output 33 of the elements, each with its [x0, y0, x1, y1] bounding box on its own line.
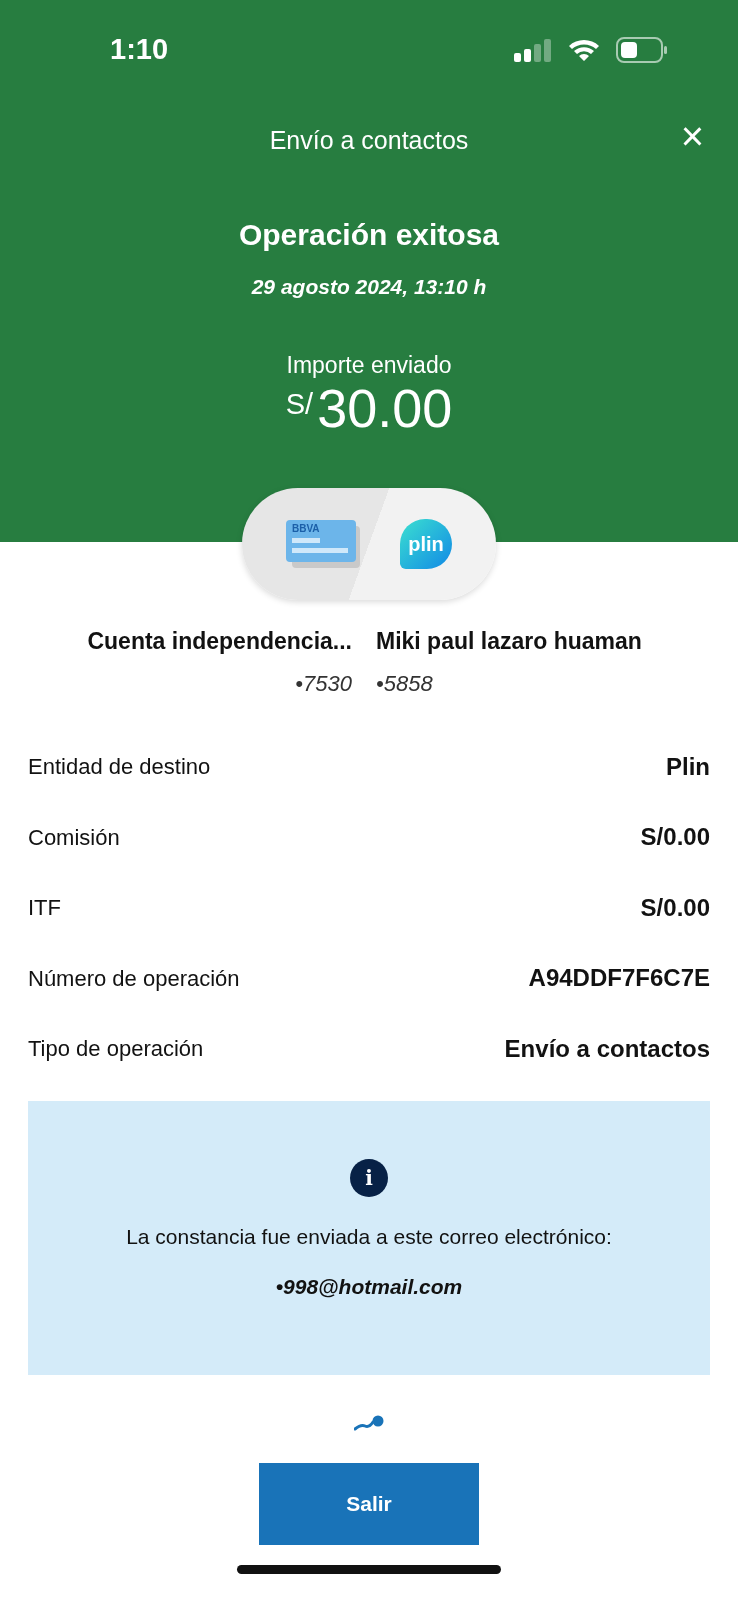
currency-symbol: S/: [285, 386, 314, 422]
operation-date: 29 agosto 2024, 13:10 h: [250, 273, 488, 300]
signal-icon: [514, 38, 552, 62]
detail-value: Envío a contactos: [504, 1033, 710, 1064]
detail-label: Entidad de destino: [28, 753, 211, 782]
notice-email: •998@hotmail.com: [275, 1273, 463, 1300]
origin-account-name: Cuenta independencia...: [87, 627, 352, 656]
detail-value: S/0.00: [640, 822, 710, 853]
amount-label: Importe enviado: [285, 351, 453, 380]
close-button[interactable]: ×: [676, 116, 708, 156]
detail-value: Plin: [666, 751, 710, 782]
status-title: Operación exitosa: [237, 216, 501, 253]
origin-account-number: •7530: [295, 669, 352, 698]
screen-title: Envío a contactos: [269, 125, 469, 156]
detail-label: Tipo de operación: [28, 1035, 204, 1064]
info-icon: i: [350, 1159, 388, 1197]
recipient-name: Miki paul lazaro huaman: [376, 627, 642, 656]
detail-label: ITF: [28, 894, 61, 923]
loader-icon: [354, 1415, 384, 1431]
detail-label: Número de operación: [28, 964, 240, 993]
card-logo-text: BBVA: [292, 524, 320, 534]
notice-text: La constancia fue enviada a este correo electrónico:: [126, 1224, 612, 1250]
amount-value: 30.00: [317, 378, 453, 438]
detail-label: Comisión: [28, 823, 120, 852]
plin-logo: plin: [400, 519, 452, 569]
recipient-number: •5858: [376, 669, 433, 698]
bank-card-icon: [286, 520, 360, 568]
detail-value: A94DDF7F6C7E: [528, 963, 710, 994]
detail-value: S/0.00: [640, 892, 710, 923]
battery-icon: [616, 37, 668, 63]
status-time: 1:10: [110, 32, 169, 68]
wifi-icon: [568, 38, 600, 62]
exit-button[interactable]: Salir: [259, 1463, 479, 1545]
